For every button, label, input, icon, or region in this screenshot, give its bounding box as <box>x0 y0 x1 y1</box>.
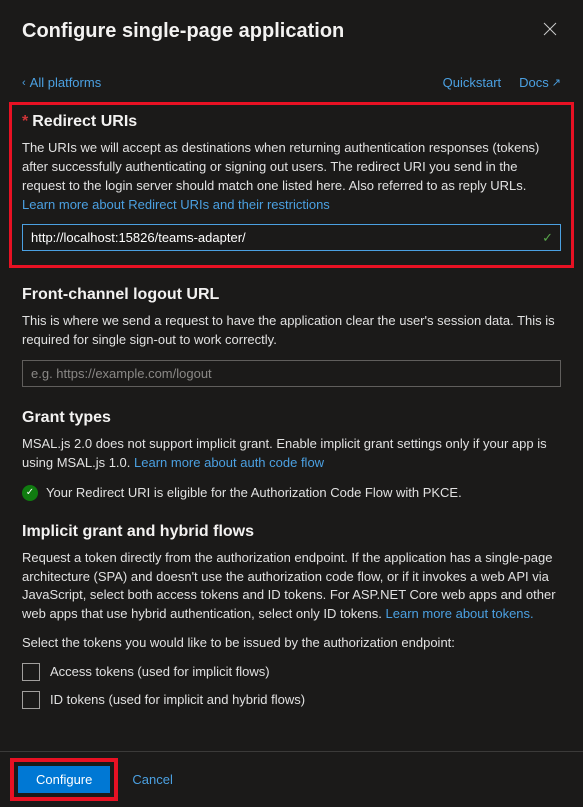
back-link-label: All platforms <box>30 75 102 90</box>
success-icon: ✓ <box>22 485 38 501</box>
redirect-uris-section: *Redirect URIs The URIs we will accept a… <box>9 102 574 268</box>
footer-bar: Configure Cancel <box>0 751 583 807</box>
chevron-left-icon: ‹ <box>22 77 26 89</box>
docs-link[interactable]: Docs ↗ <box>519 75 561 90</box>
check-icon: ✓ <box>542 230 553 246</box>
front-channel-logout-input[interactable] <box>22 360 561 387</box>
redirect-learn-more-link[interactable]: Learn more about Redirect URIs and their… <box>22 197 330 212</box>
redirect-uris-desc: The URIs we will accept as destinations … <box>22 139 561 214</box>
back-all-platforms-link[interactable]: ‹ All platforms <box>22 75 101 90</box>
configure-highlight: Configure <box>10 758 118 801</box>
access-tokens-label: Access tokens (used for implicit flows) <box>50 664 270 679</box>
pkce-status-row: ✓ Your Redirect URI is eligible for the … <box>22 485 561 501</box>
front-channel-section: Front-channel logout URL This is where w… <box>22 286 561 387</box>
configure-button[interactable]: Configure <box>18 766 110 793</box>
pkce-status-text: Your Redirect URI is eligible for the Au… <box>46 485 462 500</box>
redirect-uri-input[interactable] <box>22 224 561 251</box>
front-channel-title: Front-channel logout URL <box>22 286 561 304</box>
grant-types-section: Grant types MSAL.js 2.0 does not support… <box>22 409 561 501</box>
cancel-button[interactable]: Cancel <box>128 766 176 793</box>
grant-types-title: Grant types <box>22 409 561 427</box>
front-channel-desc: This is where we send a request to have … <box>22 312 561 350</box>
close-icon <box>543 22 557 36</box>
implicit-grant-section: Implicit grant and hybrid flows Request … <box>22 523 561 709</box>
required-indicator: * <box>22 113 28 130</box>
implicit-grant-desc: Request a token directly from the author… <box>22 549 561 624</box>
id-tokens-checkbox[interactable] <box>22 691 40 709</box>
redirect-uris-title: *Redirect URIs <box>22 113 561 131</box>
id-tokens-label: ID tokens (used for implicit and hybrid … <box>50 692 305 707</box>
auth-code-flow-link[interactable]: Learn more about auth code flow <box>134 455 324 470</box>
close-button[interactable] <box>539 18 561 45</box>
quickstart-link[interactable]: Quickstart <box>443 75 502 90</box>
tokens-learn-more-link[interactable]: Learn more about tokens. <box>386 606 534 621</box>
implicit-grant-title: Implicit grant and hybrid flows <box>22 523 561 541</box>
token-select-desc: Select the tokens you would like to be i… <box>22 634 561 653</box>
page-title: Configure single-page application <box>22 20 344 43</box>
docs-link-label: Docs <box>519 75 549 90</box>
external-link-icon: ↗ <box>552 76 561 89</box>
grant-types-desc: MSAL.js 2.0 does not support implicit gr… <box>22 435 561 473</box>
access-tokens-checkbox[interactable] <box>22 663 40 681</box>
